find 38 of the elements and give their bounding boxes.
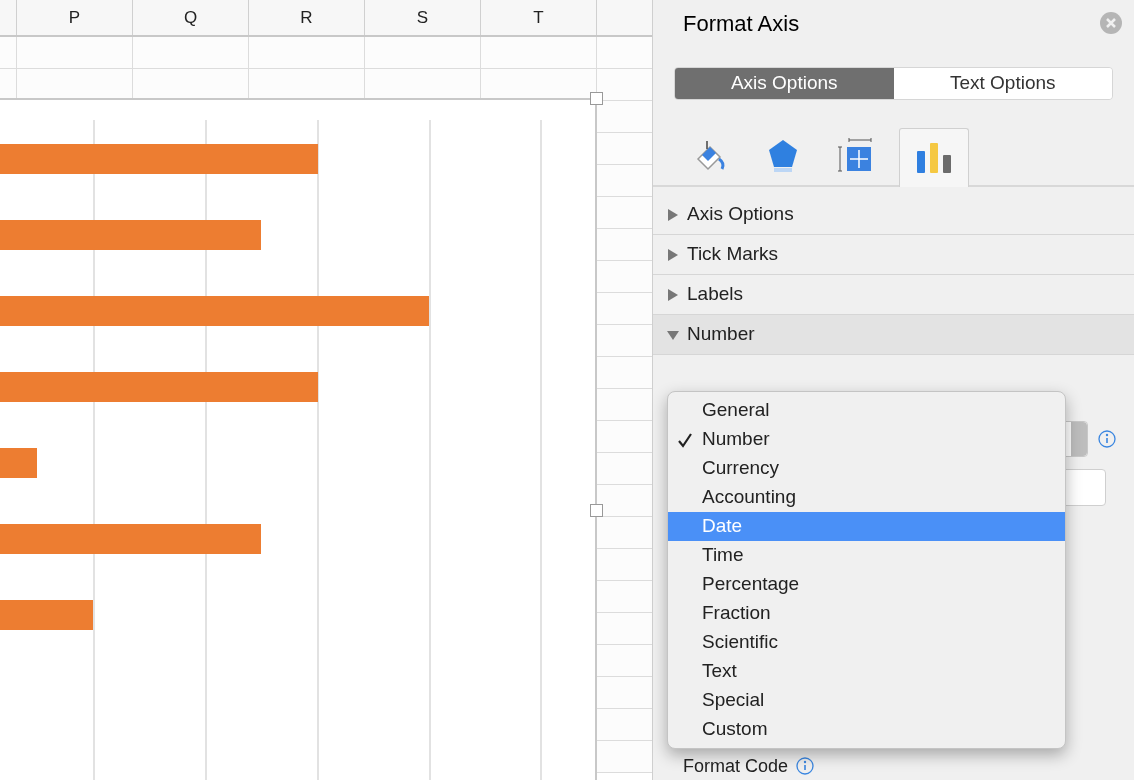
menu-item[interactable]: General	[668, 396, 1065, 425]
column-header[interactable]: R	[300, 4, 313, 31]
menu-item[interactable]: Percentage	[668, 570, 1065, 599]
menu-item[interactable]: Fraction	[668, 599, 1065, 628]
icon-tab[interactable]	[899, 128, 969, 187]
format-code-label: Format Code	[683, 754, 789, 778]
column-header[interactable]: P	[68, 4, 81, 31]
resize-handle[interactable]	[590, 504, 603, 517]
column-header[interactable]: S	[416, 4, 429, 31]
move-resize-icon	[837, 136, 873, 175]
caret-down-icon	[667, 328, 679, 341]
section-header[interactable]: Number	[653, 315, 1134, 355]
section-header[interactable]: Tick Marks	[653, 235, 1134, 275]
menu-item[interactable]: Currency	[668, 454, 1065, 483]
info-icon[interactable]	[796, 757, 815, 775]
menu-item[interactable]: Number	[668, 425, 1065, 454]
menu-item[interactable]: Scientific	[668, 628, 1065, 657]
close-icon[interactable]	[1100, 12, 1122, 34]
caret-right-icon	[667, 288, 679, 301]
menu-item[interactable]: Special	[668, 686, 1065, 715]
segment-tab[interactable]: Axis Options	[675, 68, 894, 99]
resize-handle[interactable]	[590, 92, 603, 105]
menu-item[interactable]: Text	[668, 657, 1065, 686]
menu-item[interactable]: Accounting	[668, 483, 1065, 512]
menu-item[interactable]: Time	[668, 541, 1065, 570]
bar	[0, 448, 37, 478]
chart-area[interactable]	[0, 98, 597, 780]
segment-tab[interactable]: Text Options	[893, 68, 1112, 99]
info-icon[interactable]	[1098, 430, 1116, 448]
column-header[interactable]: Q	[183, 4, 198, 31]
column-header[interactable]: T	[533, 4, 544, 31]
pane-title: Format Axis	[683, 9, 800, 38]
checkmark-icon	[677, 431, 693, 448]
caret-right-icon	[667, 208, 679, 221]
bar-chart-icon	[915, 141, 953, 175]
caret-right-icon	[667, 248, 679, 261]
section-header[interactable]: Axis Options	[653, 195, 1134, 235]
menu-item[interactable]: Custom	[668, 715, 1065, 744]
